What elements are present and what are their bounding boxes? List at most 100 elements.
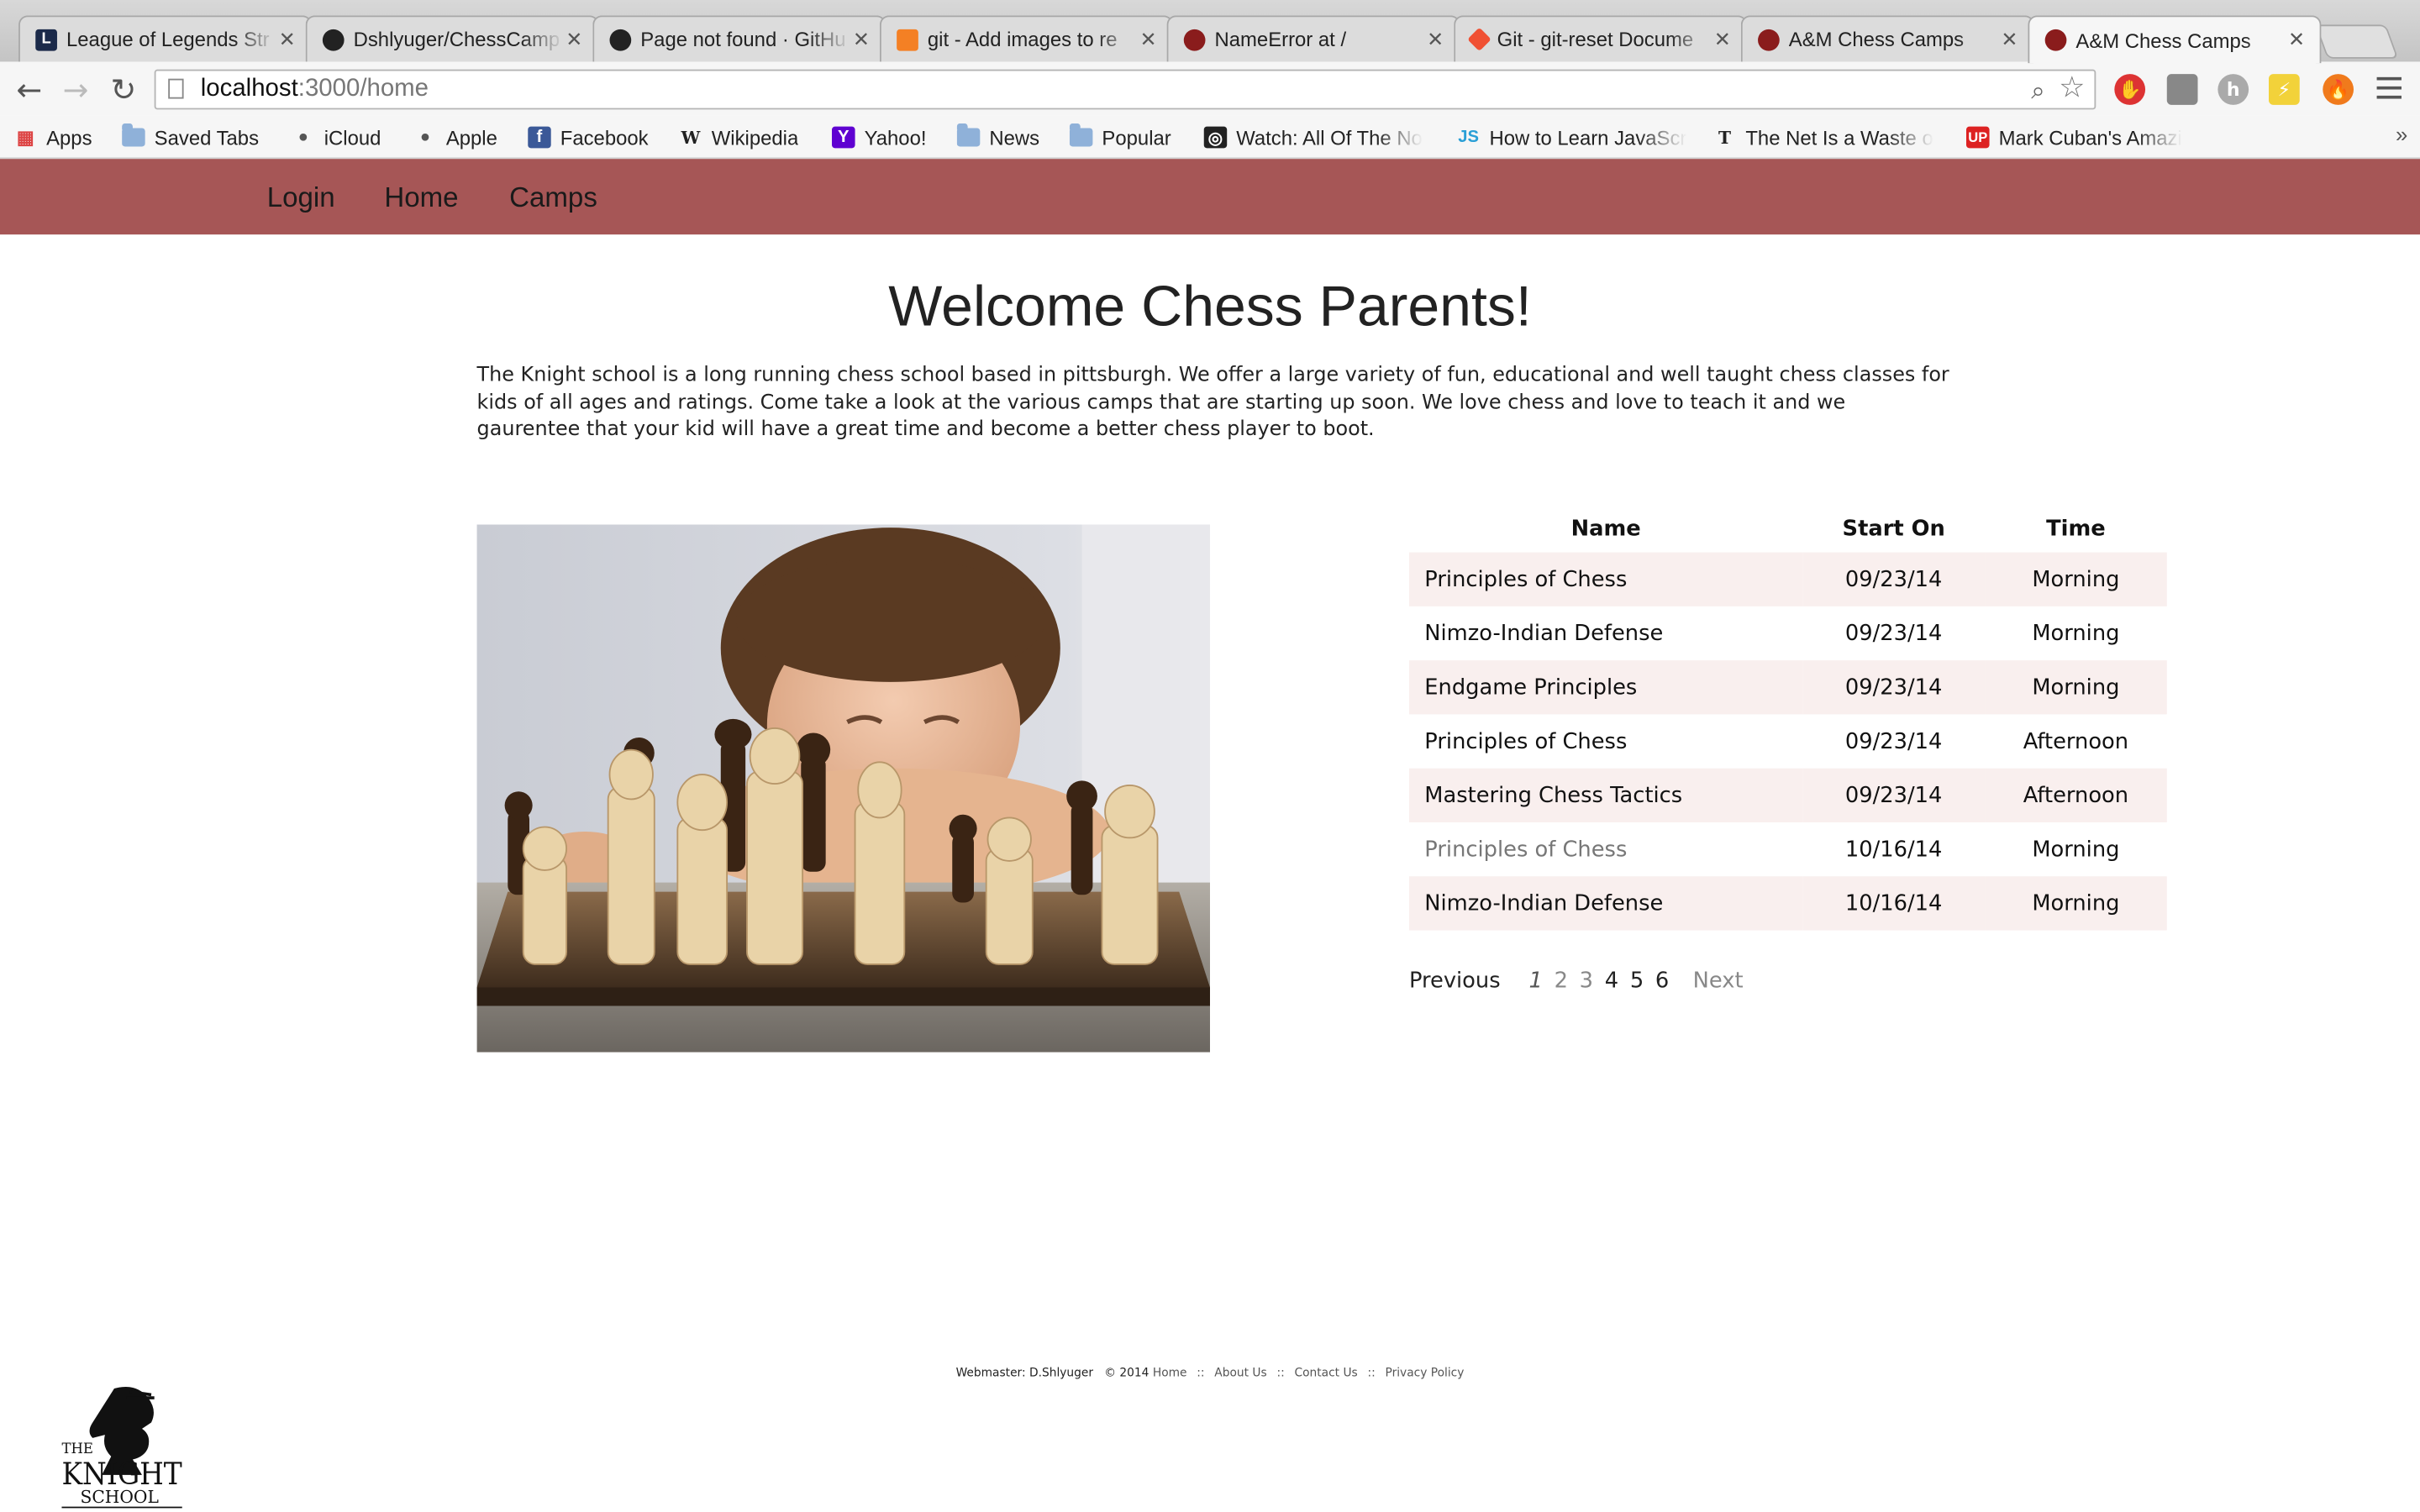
camp-start-cell: 09/23/14 (1844, 728, 1943, 754)
browser-tab[interactable]: NameError at / ✕ (1166, 15, 1460, 62)
new-tab-button[interactable] (2315, 24, 2399, 59)
browser-tab[interactable]: Page not found · GitHu ✕ (592, 15, 886, 62)
bookmark-label: The Net Is a Waste o (1745, 125, 1933, 150)
h-extension-icon[interactable]: h (2217, 74, 2249, 105)
lightning-extension-icon[interactable]: ⚡ (2269, 74, 2300, 105)
url-text[interactable]: localhost:3000/home (201, 71, 429, 108)
pagination-page-link[interactable]: 5 (1630, 969, 1644, 993)
close-tab-icon[interactable]: ✕ (1424, 27, 1446, 51)
pagination-page-link[interactable]: 4 (1605, 969, 1618, 993)
upworthy-icon: UP (1966, 126, 1990, 149)
close-tab-icon[interactable]: ✕ (563, 27, 585, 51)
url-path: :3000/home (297, 76, 429, 102)
nav-camps-link[interactable]: Camps (509, 182, 597, 215)
watch-icon: ◎ (1203, 126, 1228, 149)
footer-contact-link[interactable]: Contact Us (1294, 1366, 1357, 1380)
tab-title: NameError at / (1214, 28, 1347, 51)
camp-name-cell[interactable]: Endgame Principles (1408, 660, 1803, 715)
pagination-page-link[interactable]: 6 (1655, 969, 1669, 993)
footer-about-link[interactable]: About Us (1214, 1366, 1266, 1380)
table-row[interactable]: Mastering Chess Tactics 09/23/14 Afterno… (1408, 768, 2167, 822)
camp-time-cell: Morning (1985, 876, 2167, 931)
browser-tab[interactable]: git - Add images to re ✕ (879, 15, 1173, 62)
camp-time-cell: Morning (1985, 552, 2167, 606)
footer-privacy-link[interactable]: Privacy Policy (1385, 1366, 1464, 1380)
bookmark-saved-tabs[interactable]: Saved Tabs (122, 123, 259, 151)
bookmarks-overflow-chevron-icon[interactable]: » (2396, 122, 2407, 146)
bookmark-label: News (989, 125, 1040, 150)
camp-name-cell[interactable]: Principles of Chess (1409, 822, 1802, 876)
footer-separator: :: (1276, 1365, 1285, 1380)
close-tab-icon[interactable]: ✕ (2286, 28, 2307, 52)
bookmark-popular[interactable]: Popular (1069, 123, 1171, 151)
nav-home-link[interactable]: Home (384, 182, 458, 215)
chess-photo-illustration (476, 524, 1210, 1053)
stackoverflow-favicon-icon (897, 28, 918, 50)
table-row[interactable]: Principles of Chess 09/23/14 Morning (1408, 552, 2167, 606)
table-row[interactable]: Nimzo-Indian Defense 09/23/14 Morning (1409, 606, 2167, 660)
table-row[interactable]: Endgame Principles 09/23/14 Morning (1408, 660, 2167, 715)
bookmark-mark-cuban[interactable]: UP Mark Cuban's Amazi (1966, 123, 2198, 151)
bookmark-net-waste[interactable]: T The Net Is a Waste o (1713, 123, 1945, 151)
js-icon: JS (1458, 128, 1480, 147)
browser-tab[interactable]: Git - git-reset Docume ✕ (1454, 15, 1748, 62)
back-arrow-icon[interactable]: ← (13, 72, 46, 106)
close-tab-icon[interactable]: ✕ (1999, 27, 2021, 51)
apple-icon: ● (297, 128, 309, 147)
chrome-menu-icon[interactable] (2376, 76, 2402, 105)
browser-tab-active[interactable]: A&M Chess Camps ✕ (2028, 15, 2322, 64)
reload-icon[interactable]: ↻ (107, 72, 140, 106)
browser-tab-strip: L League of Legends Str ✕ Dshlyuger/Ches… (0, 0, 2420, 64)
bookmark-star-icon[interactable]: ☆ (2059, 71, 2085, 108)
camp-name-cell[interactable]: Nimzo-Indian Defense (1408, 876, 1803, 931)
bookmark-icloud[interactable]: ● iCloud (292, 123, 381, 151)
camp-name-cell[interactable]: Nimzo-Indian Defense (1409, 606, 1802, 660)
github-favicon-icon (322, 28, 345, 50)
browser-toolbar: ← → ↻ localhost:3000/home ⌕ ☆ ✋ h ⚡ 🔥 (0, 61, 2420, 116)
close-tab-icon[interactable]: ✕ (850, 27, 872, 51)
bookmark-apple[interactable]: ● Apple (413, 123, 497, 151)
browser-tab[interactable]: Dshlyuger/ChessCamp ✕ (305, 15, 599, 62)
bookmark-watch[interactable]: ◎ Watch: All Of The No (1203, 123, 1436, 151)
bookmark-news[interactable]: News (956, 123, 1040, 151)
tab-title: A&M Chess Camps (2075, 28, 2251, 52)
knight-school-logo: THE KNIGHT SCHOOL (59, 1383, 186, 1512)
table-row[interactable]: Principles of Chess 09/23/14 Afternoon (1409, 714, 2167, 768)
bookmark-wikipedia[interactable]: W Wikipedia (679, 123, 799, 151)
bookmark-label: Popular (1102, 125, 1171, 150)
bookmark-yahoo[interactable]: Y Yahoo! (832, 123, 927, 151)
pagination-next[interactable]: Next (1693, 969, 1744, 993)
browser-tab[interactable]: A&M Chess Camps ✕ (1740, 15, 2034, 62)
footer-separator: :: (1367, 1365, 1376, 1380)
close-tab-icon[interactable]: ✕ (1712, 27, 1733, 51)
camp-name-cell[interactable]: Principles of Chess (1408, 552, 1803, 606)
nav-login-link[interactable]: Login (267, 182, 335, 215)
camp-time-cell: Morning (2032, 621, 2120, 646)
pagination-page-link[interactable]: 2 (1555, 969, 1568, 993)
footer-home-link[interactable]: Home (1153, 1366, 1187, 1380)
bookmark-apps[interactable]: ▦ Apps (14, 123, 92, 151)
fire-extension-icon[interactable]: 🔥 (2323, 74, 2354, 105)
close-tab-icon[interactable]: ✕ (276, 27, 298, 51)
tab-title: A&M Chess Camps (1788, 28, 1965, 51)
table-row[interactable]: Principles of Chess 10/16/14 Morning (1409, 822, 2167, 876)
camp-name-cell[interactable]: Principles of Chess (1409, 714, 1802, 768)
bucket-extension-icon[interactable] (2166, 74, 2198, 105)
pagination-page-link[interactable]: 3 (1580, 969, 1593, 993)
pagination-previous: Previous (1408, 969, 1501, 994)
table-row[interactable]: Nimzo-Indian Defense 10/16/14 Morning (1408, 876, 2167, 931)
zoom-magnifier-icon[interactable]: ⌕ (2031, 74, 2044, 111)
close-tab-icon[interactable]: ✕ (1138, 27, 1160, 51)
column-header-time: Time (2046, 516, 2106, 541)
bookmark-facebook[interactable]: f Facebook (528, 123, 649, 151)
forward-arrow-icon[interactable]: → (59, 72, 92, 106)
address-bar[interactable]: localhost:3000/home ⌕ ☆ (154, 69, 2096, 111)
bookmark-learn-js[interactable]: JS How to Learn JavaScr (1457, 123, 1689, 151)
browser-tab[interactable]: L League of Legends Str ✕ (18, 15, 313, 62)
adblock-extension-icon[interactable]: ✋ (2114, 74, 2146, 105)
tab-title: Git - git-reset Docume (1497, 28, 1694, 51)
footer-separator: :: (1197, 1365, 1205, 1380)
camp-name-cell[interactable]: Mastering Chess Tactics (1408, 768, 1803, 822)
bookmark-label: iCloud (324, 125, 381, 150)
camps-table: Name Start On Time Principles of Chess 0… (1408, 505, 2167, 931)
